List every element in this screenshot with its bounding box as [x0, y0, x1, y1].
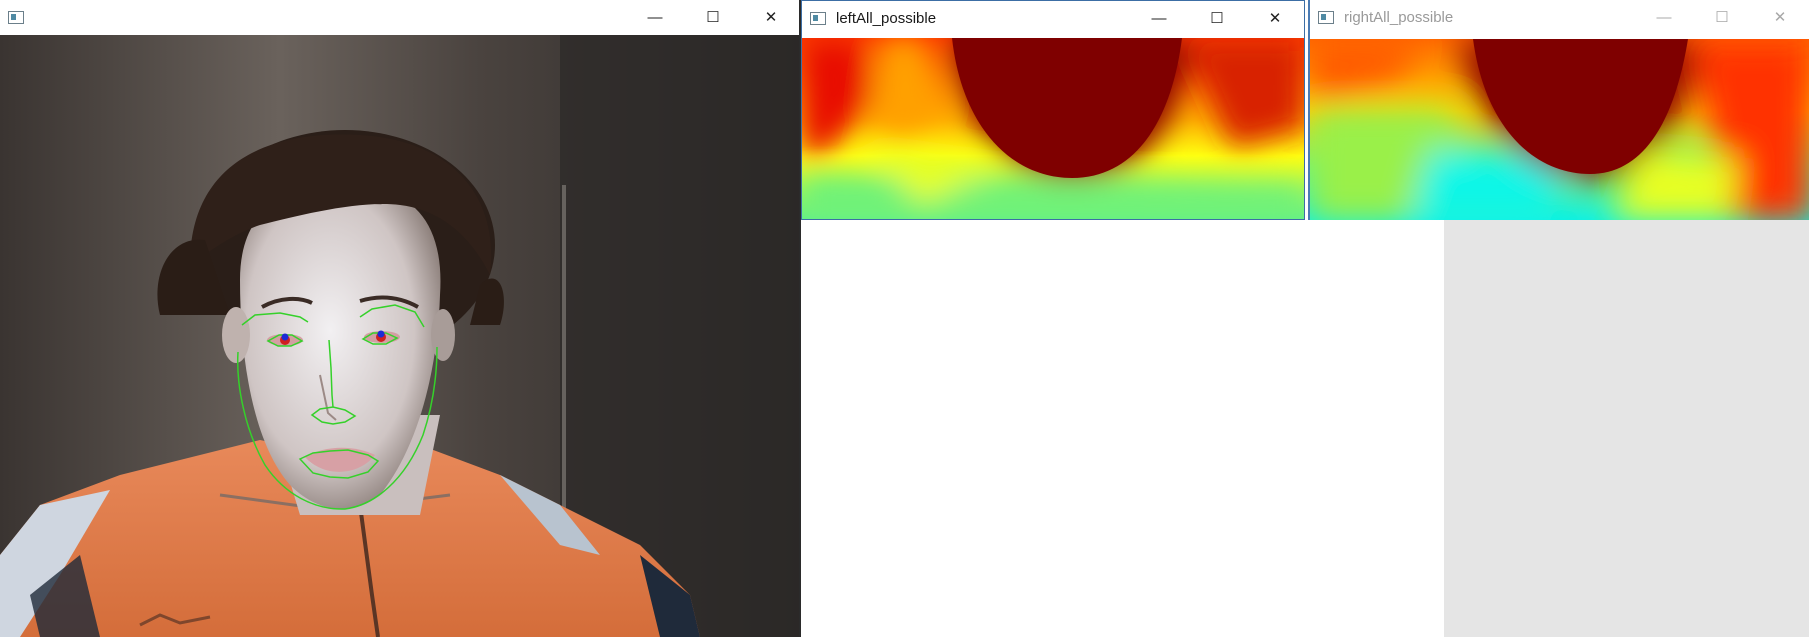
background-gray-area [1444, 220, 1809, 637]
maximize-button[interactable]: ☐ [684, 0, 742, 34]
app-window-icon [1318, 10, 1334, 24]
close-button[interactable]: ✕ [1246, 1, 1304, 35]
left-heatmap-canvas [802, 38, 1304, 219]
right-heatmap-image [1310, 39, 1809, 220]
app-window-icon [810, 11, 826, 25]
maximize-button[interactable]: ☐ [1693, 0, 1751, 34]
right-heatmap-title: rightAll_possible [1344, 8, 1454, 26]
minimize-button[interactable]: — [1130, 1, 1188, 35]
close-button[interactable]: ✕ [1751, 0, 1809, 34]
right-heatmap-window[interactable]: rightAll_possible — ☐ ✕ [1308, 0, 1809, 220]
app-window-icon [8, 10, 24, 24]
left-heatmap-image [802, 38, 1304, 219]
close-button[interactable]: ✕ [742, 0, 800, 34]
webcam-image [0, 35, 800, 637]
left-heatmap-titlebar[interactable]: leftAll_possible — ☐ ✕ [802, 1, 1304, 35]
camera-window[interactable]: — ☐ ✕ [0, 0, 800, 637]
camera-titlebar[interactable]: — ☐ ✕ [0, 0, 800, 34]
left-heatmap-window[interactable]: leftAll_possible — ☐ ✕ [801, 0, 1305, 220]
right-heatmap-canvas [1310, 39, 1809, 220]
left-heatmap-title: leftAll_possible [836, 9, 937, 27]
maximize-button[interactable]: ☐ [1188, 1, 1246, 35]
right-heatmap-titlebar[interactable]: rightAll_possible — ☐ ✕ [1310, 0, 1809, 34]
minimize-button[interactable]: — [1635, 0, 1693, 34]
background-white-area [800, 220, 1444, 637]
minimize-button[interactable]: — [626, 0, 684, 34]
webcam-frame [0, 35, 800, 637]
